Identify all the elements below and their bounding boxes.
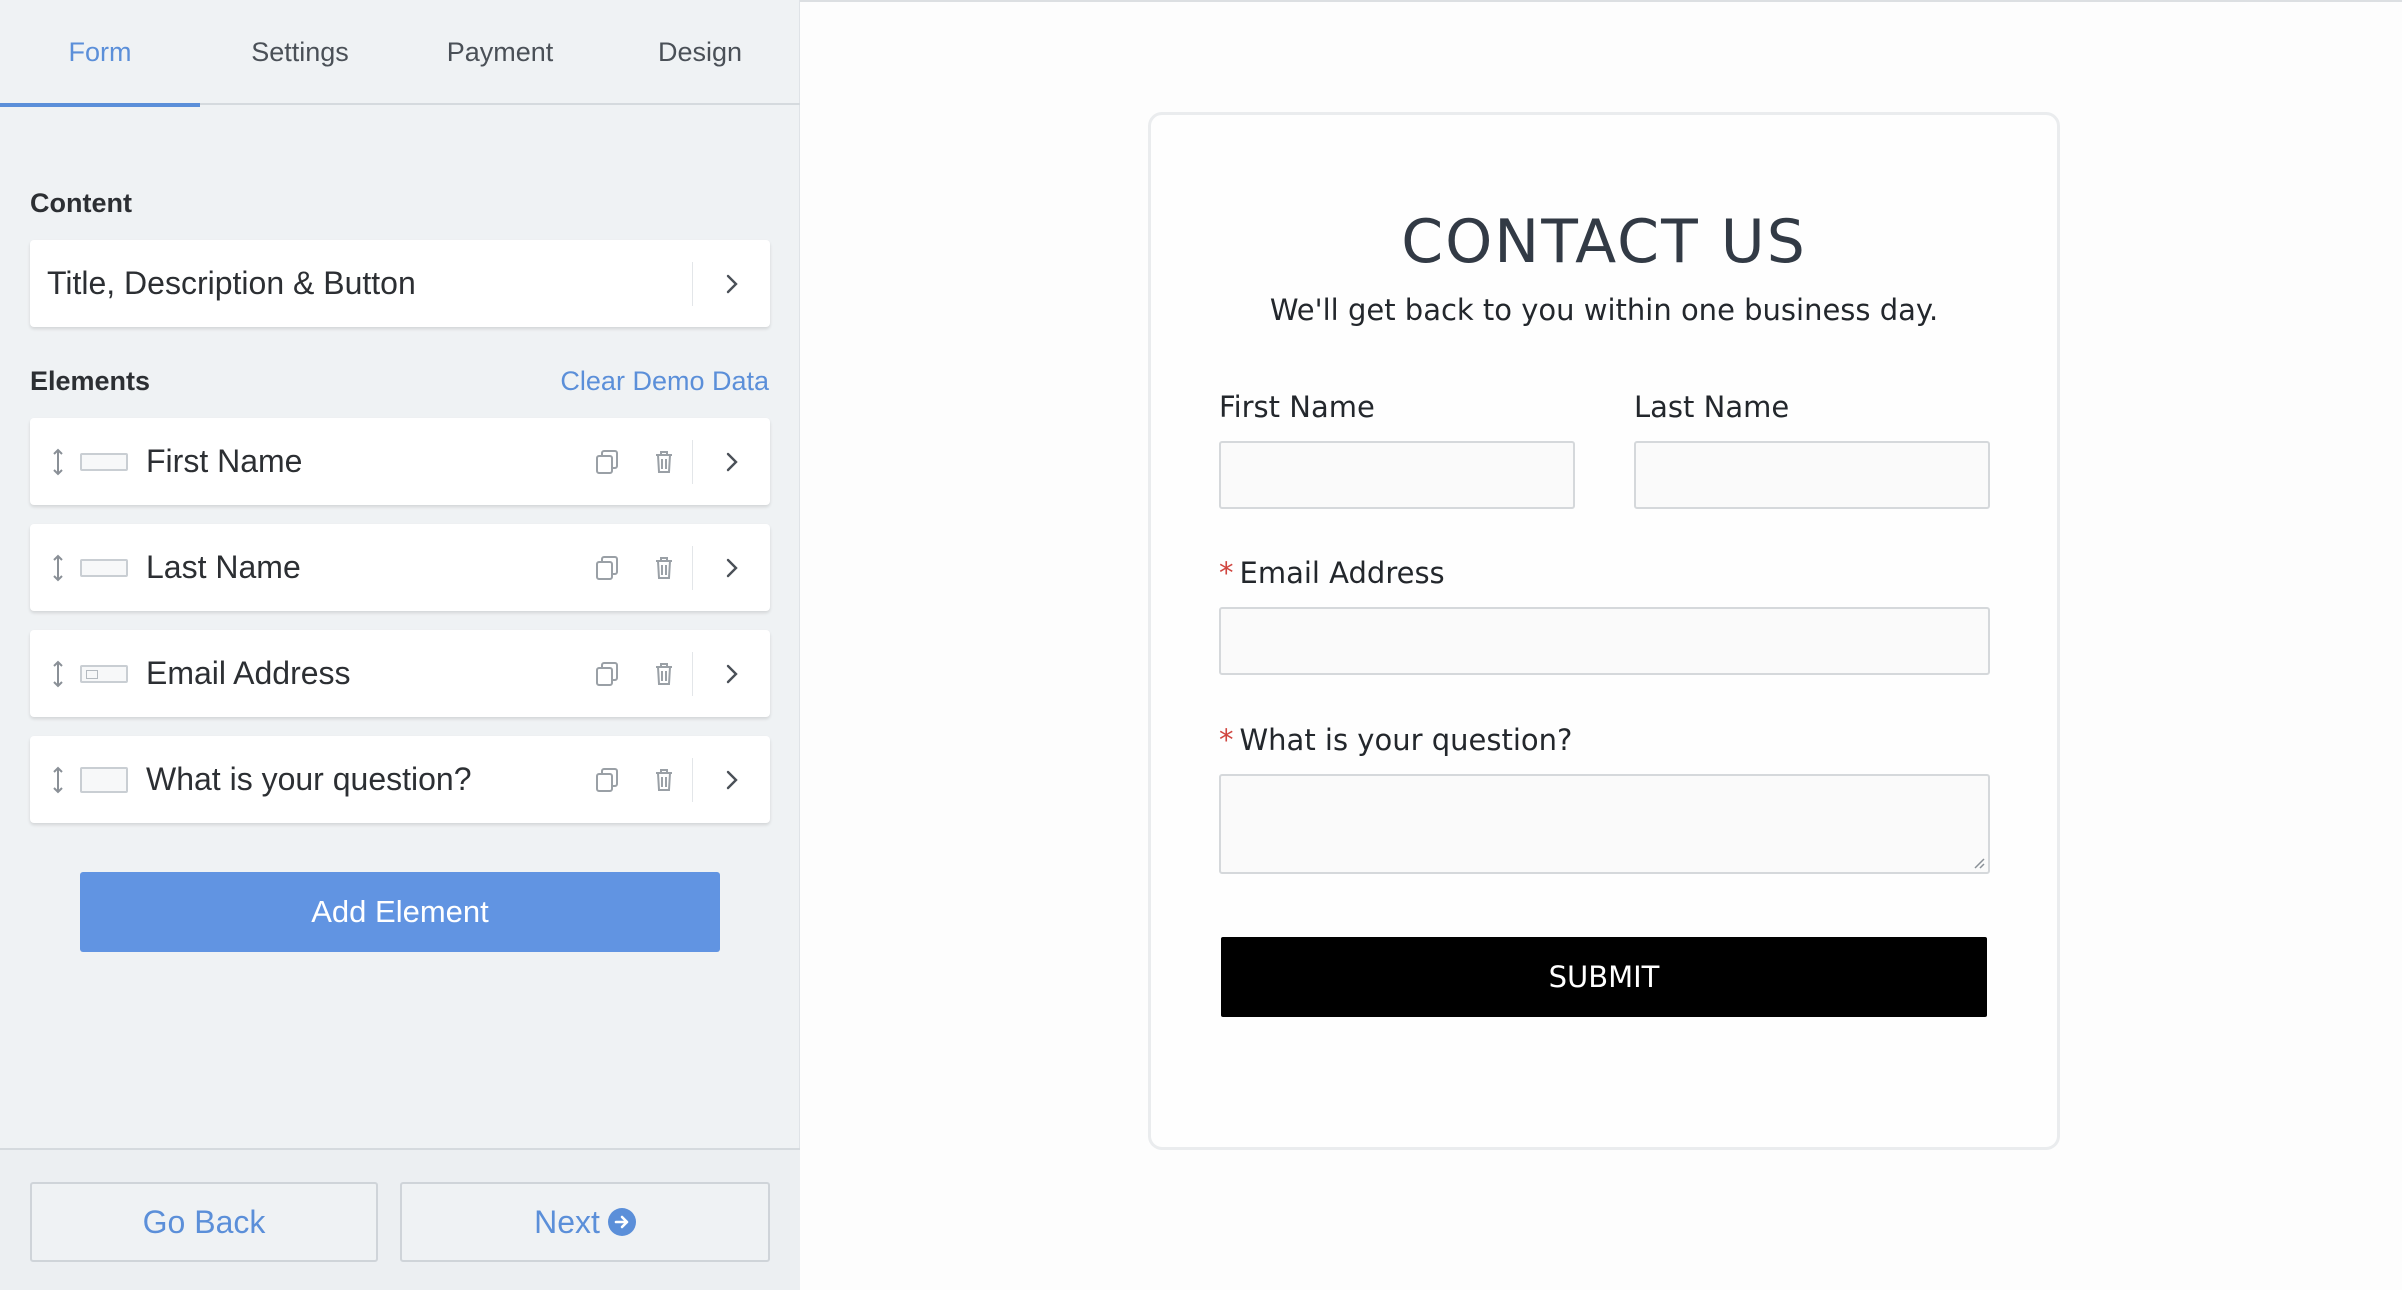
content-section-label: Content [30, 188, 132, 218]
element-row-question[interactable]: What is your question? [30, 736, 770, 823]
preview-divider [800, 0, 2402, 2]
email-input[interactable] [1219, 607, 1990, 675]
element-row-first-name[interactable]: First Name [30, 418, 770, 505]
chevron-right-icon[interactable] [692, 757, 770, 802]
email-label: * Email Address [1219, 556, 1445, 590]
element-row-last-name[interactable]: Last Name [30, 524, 770, 611]
email-label-text: Email Address [1239, 556, 1445, 590]
drag-handle-icon[interactable] [44, 442, 72, 482]
arrow-circle-right-icon [607, 1208, 636, 1236]
go-back-label: Go Back [142, 1203, 266, 1240]
text-field-type-icon [80, 558, 128, 577]
trash-icon[interactable] [636, 546, 692, 590]
element-label: Email Address [146, 655, 351, 691]
first-name-label: First Name [1219, 390, 1375, 424]
resize-handle-icon[interactable] [1971, 855, 1985, 869]
form-preview-card: CONTACT US We'll get back to you within … [1148, 112, 2060, 1150]
drag-handle-icon[interactable] [44, 548, 72, 588]
trash-icon[interactable] [636, 758, 692, 802]
tab-design[interactable]: Design [600, 0, 800, 105]
first-name-input[interactable] [1219, 441, 1575, 509]
tab-payment[interactable]: Payment [400, 0, 600, 105]
element-label: Last Name [146, 549, 301, 585]
clear-demo-data-link[interactable]: Clear Demo Data [560, 366, 769, 397]
elements-section-label: Elements [30, 366, 151, 396]
drag-handle-icon[interactable] [44, 760, 72, 800]
form-subtitle: We'll get back to you within one busines… [1269, 293, 1939, 327]
element-label: First Name [146, 443, 303, 479]
submit-button[interactable]: SUBMIT [1221, 937, 1987, 1017]
chevron-right-icon[interactable] [692, 545, 770, 590]
next-button[interactable]: Next [400, 1182, 770, 1262]
chevron-right-icon[interactable] [692, 651, 770, 696]
form-title: CONTACT US [1401, 207, 1807, 277]
element-label: What is your question? [146, 761, 472, 797]
email-field-type-icon [80, 664, 128, 683]
required-marker: * [1219, 556, 1234, 590]
sidebar-footer: Go Back Next [0, 1148, 800, 1290]
content-card-title: Title, Description & Button [47, 265, 416, 301]
question-label-text: What is your question? [1239, 723, 1573, 757]
drag-handle-icon[interactable] [44, 654, 72, 694]
duplicate-icon[interactable] [580, 440, 636, 484]
textarea-field-type-icon [80, 766, 128, 793]
add-element-button[interactable]: Add Element [80, 872, 720, 952]
tab-form[interactable]: Form [0, 0, 200, 107]
trash-icon[interactable] [636, 652, 692, 696]
trash-icon[interactable] [636, 440, 692, 484]
required-marker: * [1219, 723, 1234, 757]
next-label: Next [534, 1203, 600, 1240]
builder-sidebar: Form Settings Payment Design Content Tit… [0, 0, 800, 1290]
content-card[interactable]: Title, Description & Button [30, 240, 770, 327]
question-textarea[interactable] [1219, 774, 1990, 874]
duplicate-icon[interactable] [580, 758, 636, 802]
duplicate-icon[interactable] [580, 546, 636, 590]
tab-settings[interactable]: Settings [200, 0, 400, 105]
go-back-button[interactable]: Go Back [30, 1182, 378, 1262]
last-name-label: Last Name [1634, 390, 1790, 424]
chevron-right-icon[interactable] [692, 261, 770, 306]
tab-bar: Form Settings Payment Design [0, 0, 800, 107]
duplicate-icon[interactable] [580, 652, 636, 696]
question-label: * What is your question? [1219, 723, 1572, 757]
element-row-email-address[interactable]: Email Address [30, 630, 770, 717]
chevron-right-icon[interactable] [692, 439, 770, 484]
text-field-type-icon [80, 452, 128, 471]
last-name-input[interactable] [1634, 441, 1990, 509]
